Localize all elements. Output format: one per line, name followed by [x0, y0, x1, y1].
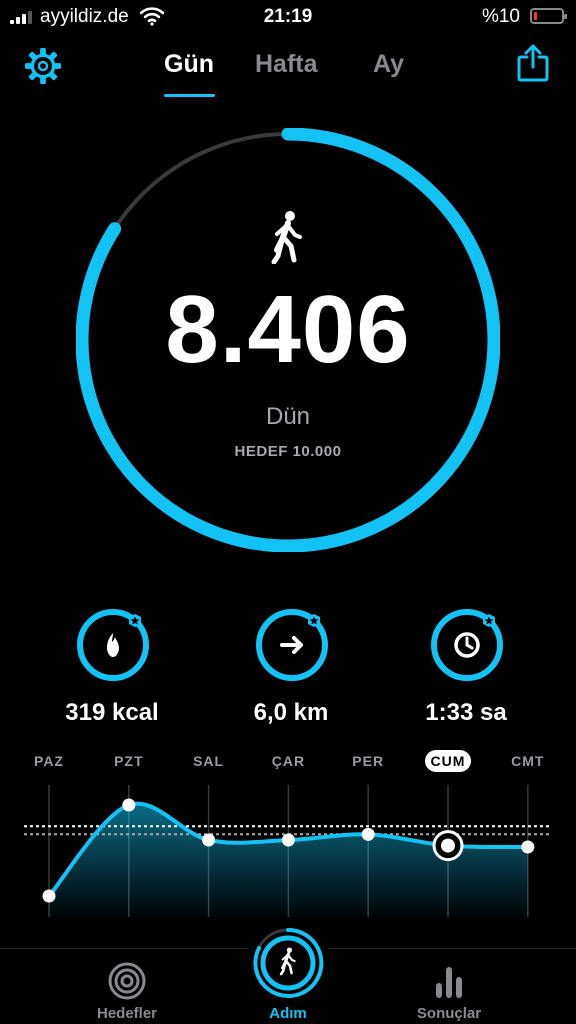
steps-tab-button[interactable]: [252, 927, 324, 999]
distance-value: 6,0 km: [253, 699, 329, 726]
duration-stat[interactable]: 1:33 sa: [381, 607, 551, 727]
status-bar: ayyildiz.de 21:19 %10: [0, 0, 576, 34]
step-counter-screen: ayyildiz.de 21:19 %10 Gün Hafta Ay 8.406…: [0, 0, 576, 1024]
goal-label: HEDEF 10.000: [234, 443, 342, 460]
clock-icon: [431, 609, 503, 681]
flame-icon: [77, 609, 149, 681]
active-tab-indicator: [164, 94, 215, 97]
tab-bar-label-results: Sonuçlar: [416, 1005, 482, 1022]
chart-day-label[interactable]: SAL: [193, 753, 224, 769]
tab-week[interactable]: Hafta: [255, 50, 318, 79]
tab-bar-label-goals: Hedefler: [96, 1005, 158, 1022]
calories-stat[interactable]: 319 kcal: [27, 607, 197, 727]
arrow-right-icon: [256, 609, 328, 681]
tab-day[interactable]: Gün: [164, 50, 214, 79]
tab-bar-goals[interactable]: Hedefler: [57, 949, 197, 1024]
chart-day-label[interactable]: PAZ: [34, 753, 64, 769]
chart-day-label[interactable]: PER: [352, 753, 384, 769]
chart-point[interactable]: [202, 833, 216, 847]
bar-chart-icon: [436, 967, 462, 998]
gear-icon[interactable]: [24, 47, 62, 85]
chart-point[interactable]: [122, 798, 136, 812]
duration-value: 1:33 sa: [425, 699, 507, 726]
distance-stat[interactable]: 6,0 km: [206, 607, 376, 727]
battery-percent: %10: [481, 6, 520, 27]
walking-icon: [271, 211, 302, 264]
chart-day-label[interactable]: PZT: [114, 753, 143, 769]
tab-bar-results[interactable]: Sonuçlar: [379, 949, 519, 1024]
weekly-steps-chart: PAZ PZT SAL ÇAR PER CUM CMT: [24, 750, 552, 917]
share-icon[interactable]: [516, 44, 550, 82]
chart-point[interactable]: [42, 889, 56, 903]
calories-value: 319 kcal: [65, 699, 159, 726]
chart-day-label[interactable]: CMT: [511, 753, 544, 769]
chart-point[interactable]: [521, 840, 535, 854]
tab-bar-label-steps: Adım: [269, 1005, 307, 1022]
chart-point[interactable]: [441, 838, 455, 853]
step-count: 8.406: [165, 276, 411, 383]
chart-point[interactable]: [281, 833, 295, 847]
target-icon: [108, 962, 146, 1000]
chart-day-label[interactable]: CUM: [431, 753, 466, 769]
tab-month[interactable]: Ay: [373, 50, 404, 79]
battery-icon: [530, 8, 567, 24]
chart-point[interactable]: [361, 827, 375, 841]
chart-day-label[interactable]: ÇAR: [272, 753, 305, 769]
day-label: Dün: [265, 403, 311, 430]
